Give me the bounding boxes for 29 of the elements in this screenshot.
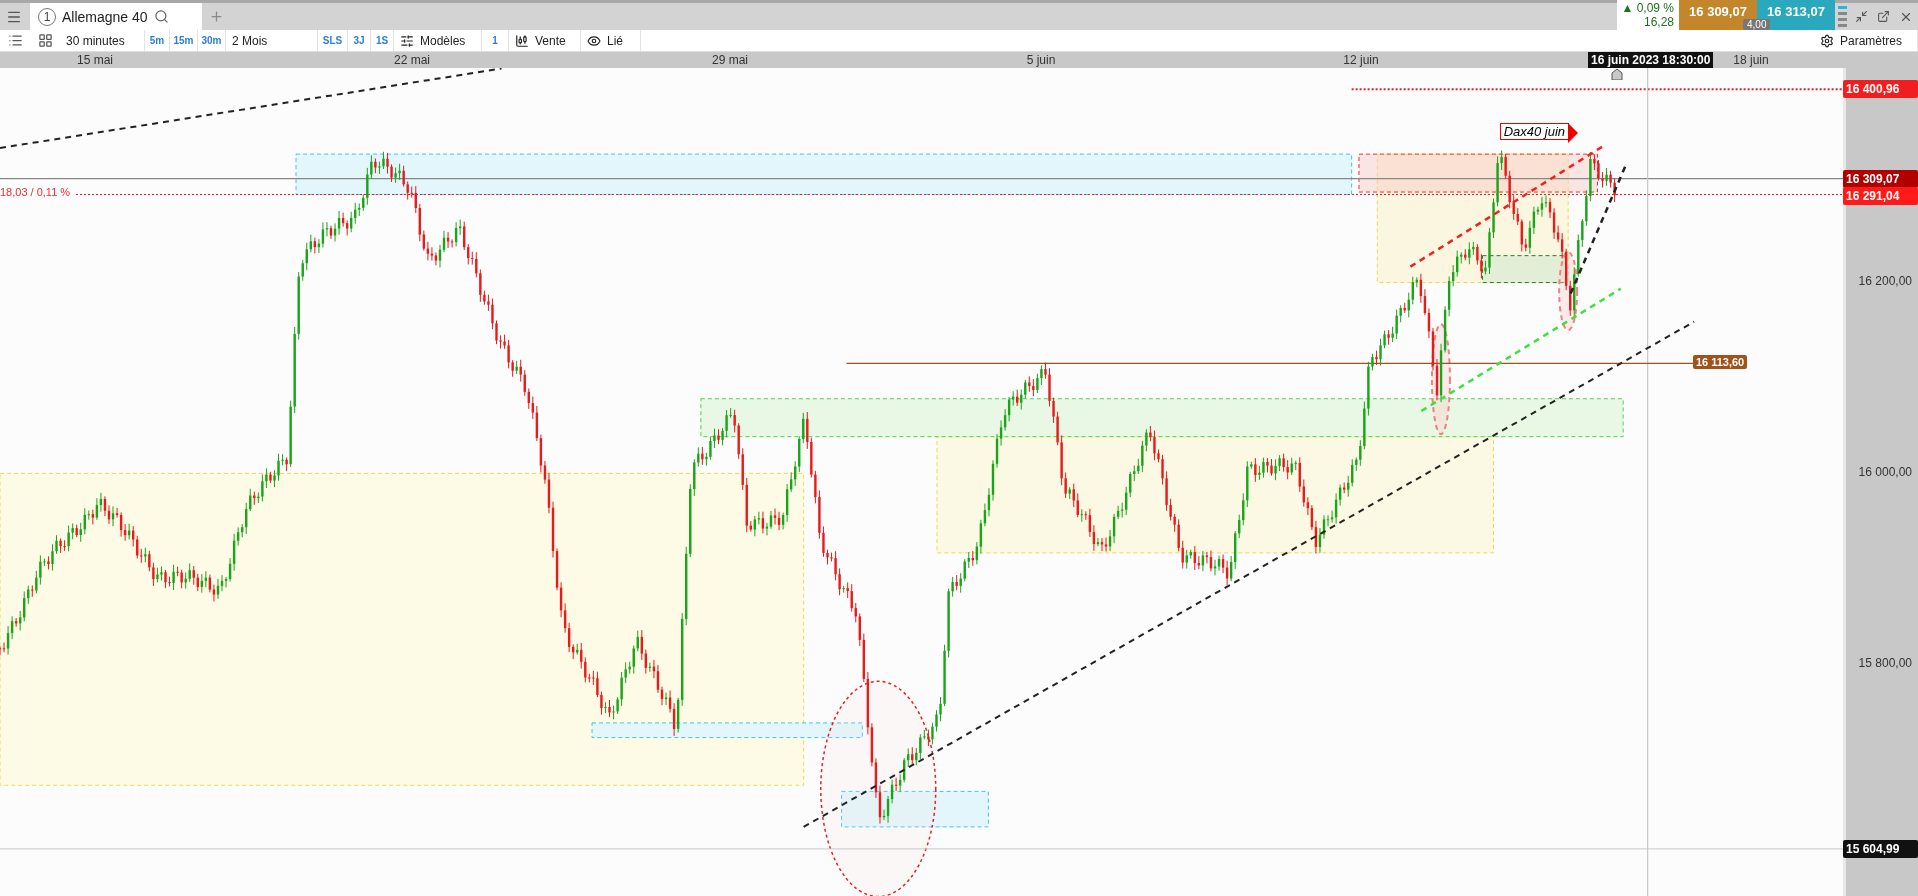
price-tick: 16 200,00 [1858,274,1912,289]
date-label: 15 mai [77,53,113,67]
date-label: 29 mai [712,53,748,67]
price-tick: 16 000,00 [1858,465,1912,480]
date-label: 18 juin [1733,53,1769,67]
sliders-icon [400,33,414,48]
date-label: 12 juin [1343,53,1379,67]
tab-title: Allemagne 40 [62,8,148,25]
date-label: 5 juin [1026,53,1056,67]
note-label: Dax40 juin [1499,122,1570,140]
flag-icon [1568,122,1579,143]
price-marker: 15 604,99 [1843,839,1918,858]
price-marker: 16 309,07 [1843,169,1918,188]
instrument-tab[interactable]: 1 Allemagne 40 [30,3,202,30]
change-value: 16,28 [1643,15,1674,29]
price-marker: 16 400,96 [1843,80,1918,99]
depth-bars-icon[interactable] [1838,5,1847,28]
interval-button[interactable]: 30m [198,30,226,51]
price-tick: 15 800,00 [1858,655,1912,670]
candlestick-icon [515,33,529,48]
cursor-date-label: 16 juin 2023 18:30:00 [1588,52,1714,68]
date-label: 22 mai [394,53,430,67]
spread-badge: 4,00 [1743,19,1771,30]
settings-icon [1820,33,1834,48]
change-percent: ▲ 0,09 % [1621,1,1674,15]
change-label: 18,03 / 0,11 % [0,186,71,199]
eye-icon [587,33,601,48]
price-level-label: 16 113,60 [1692,355,1748,370]
search-icon[interactable] [153,9,169,24]
